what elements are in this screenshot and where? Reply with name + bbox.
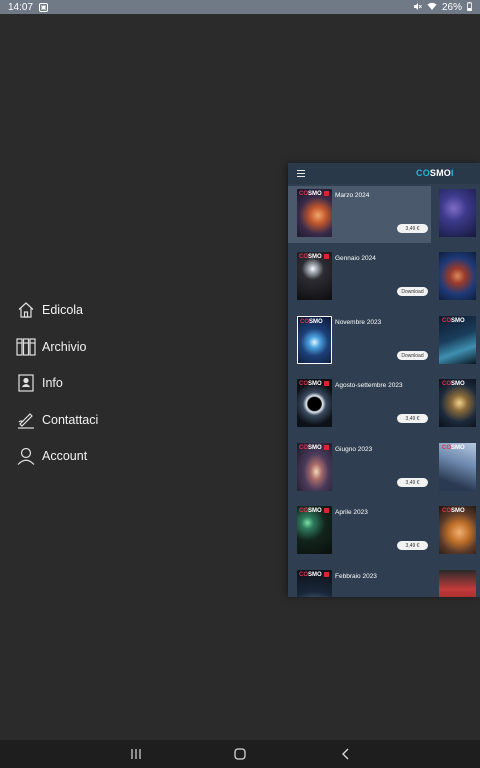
status-time: 14:07: [8, 1, 34, 13]
battery-icon: [467, 1, 472, 13]
drawer-menu: Edicola Archivio Info Contattaci Account: [16, 292, 98, 475]
info-icon: [16, 373, 36, 393]
issue-row[interactable]: COSMO Marzo 2024 3,49 €: [288, 186, 431, 243]
issue-title: Novembre 2023: [335, 319, 382, 326]
status-bar: 14:07 ▣ 26%: [0, 0, 480, 14]
wifi-icon: [427, 2, 437, 12]
issue-row[interactable]: COSMO Gennaio 2024 Download: [288, 249, 431, 306]
app-header: COSMOI: [288, 163, 480, 184]
status-icons: 26%: [413, 1, 472, 13]
issue-cover[interactable]: COSMO: [439, 316, 476, 364]
issue-price-button[interactable]: 3,49 €: [397, 414, 428, 423]
issue-row[interactable]: COSMO Novembre 2023 Download: [288, 313, 431, 370]
app-content-panel[interactable]: COSMOI COSMO Marzo 2024 3,49 € COSMO Gen…: [288, 163, 480, 597]
menu-item-label: Account: [42, 449, 88, 464]
menu-item-label: Info: [42, 376, 63, 391]
issue-title: Marzo 2024: [335, 192, 370, 199]
issue-cover: COSMO: [297, 570, 332, 597]
issue-title: Giugno 2023: [335, 446, 373, 453]
issue-row[interactable]: COSMO Agosto-settembre 2023 3,49 €: [288, 376, 431, 433]
back-icon[interactable]: [336, 746, 356, 762]
app-logo: COSMOI: [416, 168, 454, 178]
issue-price-button[interactable]: 3,49 €: [397, 541, 428, 550]
issue-row[interactable]: COSMO Febbraio 2023: [288, 567, 431, 597]
issue-cover: COSMO: [297, 379, 332, 427]
issue-cover: COSMO: [297, 316, 332, 364]
issue-price-button[interactable]: 3,49 €: [397, 478, 428, 487]
issue-cover: COSMO: [297, 189, 332, 237]
issue-cover: COSMO: [297, 506, 332, 554]
archive-icon: [16, 337, 36, 357]
menu-item-edicola[interactable]: Edicola: [16, 292, 98, 329]
menu-item-label: Contattaci: [42, 412, 99, 427]
issue-cover[interactable]: [439, 189, 476, 237]
menu-item-info[interactable]: Info: [16, 365, 98, 402]
issue-cover[interactable]: COSMO: [439, 443, 476, 491]
issue-title: Gennaio 2024: [335, 255, 376, 262]
home-icon: [16, 300, 36, 320]
mute-icon: [413, 2, 422, 13]
menu-item-contattaci[interactable]: Contattaci: [16, 402, 98, 439]
issue-title: Aprile 2023: [335, 509, 368, 516]
menu-item-label: Edicola: [42, 303, 83, 318]
issue-cover[interactable]: [439, 570, 476, 597]
home-icon[interactable]: [230, 746, 250, 762]
issue-download-button[interactable]: Download: [397, 287, 428, 296]
issue-row[interactable]: COSMO Giugno 2023 3,49 €: [288, 440, 431, 497]
signature-icon: [16, 410, 36, 430]
issue-price-button[interactable]: 3,49 €: [397, 224, 428, 233]
issue-row[interactable]: COSMO Aprile 2023 3,49 €: [288, 503, 431, 560]
issue-download-button[interactable]: Download: [397, 351, 428, 360]
menu-item-account[interactable]: Account: [16, 438, 98, 475]
menu-item-archivio[interactable]: Archivio: [16, 329, 98, 366]
issue-cover[interactable]: [439, 252, 476, 300]
issue-title: Febbraio 2023: [335, 573, 377, 580]
battery-percent: 26%: [441, 1, 462, 13]
issue-cover: COSMO: [297, 443, 332, 491]
hamburger-menu-icon[interactable]: [297, 170, 305, 177]
recents-icon[interactable]: [126, 746, 146, 762]
issue-cover: COSMO: [297, 252, 332, 300]
system-nav-bar: [0, 740, 480, 768]
issue-cover[interactable]: COSMO: [439, 506, 476, 554]
user-icon: [16, 446, 36, 466]
issue-title: Agosto-settembre 2023: [335, 382, 403, 389]
screen: 14:07 ▣ 26% Edicola Archivio Info Contat…: [0, 0, 480, 768]
issue-cover[interactable]: COSMO: [439, 379, 476, 427]
menu-item-label: Archivio: [42, 339, 87, 354]
image-notification-icon: ▣: [39, 2, 49, 12]
